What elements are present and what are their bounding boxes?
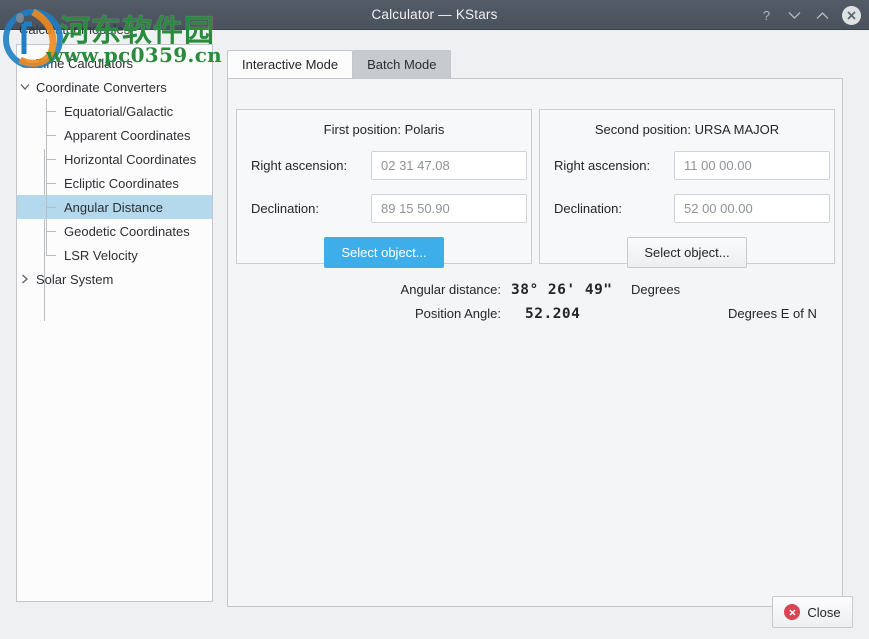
position-angle-value: 52.204 (525, 306, 581, 322)
sidebar-item-label: Geodetic Coordinates (64, 223, 190, 239)
close-window-icon[interactable] (842, 5, 861, 25)
first-dec-label: Declination: (251, 201, 319, 216)
first-dec-input[interactable]: 89 15 50.90 (371, 194, 527, 223)
first-position-group: First position: Polaris Right ascension:… (236, 109, 532, 268)
tree-branch-line (43, 171, 61, 195)
sidebar-item-label: LSR Velocity (64, 247, 138, 263)
window-controls: ? (758, 0, 861, 30)
angular-distance-value: 38° 26' 49" (511, 282, 613, 298)
tab-interactive-mode[interactable]: Interactive Mode (227, 50, 354, 78)
sidebar-item-lsr-velocity[interactable]: LSR Velocity (17, 243, 212, 267)
chevron-right-icon[interactable] (17, 267, 33, 291)
sidebar-item-time-calculators[interactable]: Time Calculators (17, 51, 212, 75)
second-ra-input[interactable]: 11 00 00.00 (674, 151, 830, 180)
sidebar-item-label: Solar System (36, 271, 114, 287)
position-angle-label: Position Angle: (414, 306, 501, 321)
first-ra-label: Right ascension: (251, 158, 348, 173)
close-button[interactable]: Close (772, 596, 853, 628)
close-button-label: Close (807, 604, 841, 620)
position-angle-unit: Degrees E of N (728, 306, 817, 321)
help-glyph: ? (762, 7, 771, 23)
sidebar-item-coordinate-converters[interactable]: Coordinate Converters (17, 75, 212, 99)
second-ra-row: Right ascension: 11 00 00.00 (540, 151, 834, 180)
close-circle-icon (784, 604, 801, 620)
sidebar-header: Calculator modules (19, 21, 131, 37)
sidebar-item-label: Time Calculators (36, 55, 134, 71)
results-area: Angular distance: 38° 26' 49" Degrees Po… (228, 282, 842, 330)
sidebar-item-horizontal-coordinates[interactable]: Horizontal Coordinates (17, 147, 212, 171)
sidebar-item-apparent-coordinates[interactable]: Apparent Coordinates (17, 123, 212, 147)
tab-bar: Interactive Mode Batch Mode (227, 50, 452, 78)
tree-branch-line (43, 99, 61, 123)
sidebar-item-solar-system[interactable]: Solar System (17, 267, 212, 291)
sidebar-item-equatorial-galactic[interactable]: Equatorial/Galactic (17, 99, 212, 123)
second-button-row: Select object... (540, 237, 834, 268)
first-ra-input[interactable]: 02 31 47.08 (371, 151, 527, 180)
sidebar-item-label: Horizontal Coordinates (64, 151, 197, 167)
chevron-right-icon[interactable] (17, 51, 33, 75)
sidebar-item-label: Apparent Coordinates (64, 127, 191, 143)
tree-branch-line (43, 195, 61, 219)
first-ra-row: Right ascension: 02 31 47.08 (237, 151, 531, 180)
second-dec-row: Declination: 52 00 00.00 (540, 194, 834, 223)
tab-label: Batch Mode (367, 57, 437, 72)
tree-branch-line (43, 123, 61, 147)
first-position-title: First position: Polaris (323, 122, 445, 137)
tab-batch-mode[interactable]: Batch Mode (352, 50, 452, 78)
first-select-object-button[interactable]: Select object... (324, 237, 444, 268)
sidebar-item-label: Equatorial/Galactic (64, 103, 174, 119)
tree-branch-line (43, 147, 61, 171)
angular-distance-unit: Degrees (631, 282, 681, 297)
second-select-object-button[interactable]: Select object... (627, 237, 747, 268)
calculator-modules-tree[interactable]: Calculator modules Time Calculators Coor… (16, 22, 213, 602)
first-button-row: Select object... (237, 237, 531, 268)
sidebar-item-ecliptic-coordinates[interactable]: Ecliptic Coordinates (17, 171, 212, 195)
sidebar-item-label: Ecliptic Coordinates (64, 175, 179, 191)
angular-distance-label: Angular distance: (400, 282, 501, 297)
chevron-down-icon[interactable] (17, 75, 33, 99)
second-ra-label: Right ascension: (554, 158, 651, 173)
sidebar-item-label: Coordinate Converters (36, 79, 167, 95)
tab-panel-interactive-mode: First position: Polaris Right ascension:… (227, 78, 843, 607)
sidebar-item-angular-distance[interactable]: Angular Distance (17, 195, 212, 219)
minimize-icon[interactable] (786, 7, 803, 24)
tree-list: Time Calculators Coordinate Converters E… (17, 45, 212, 291)
position-angle-row: Position Angle: 52.204 Degrees E of N (228, 306, 842, 330)
maximize-icon[interactable] (814, 7, 831, 24)
window-title: Calculator — KStars (371, 7, 498, 22)
tab-label: Interactive Mode (242, 57, 339, 72)
second-position-title: Second position: URSA MAJOR (594, 122, 780, 137)
tree-branch-line (43, 219, 61, 243)
angular-distance-row: Angular distance: 38° 26' 49" Degrees (228, 282, 842, 306)
sidebar-item-geodetic-coordinates[interactable]: Geodetic Coordinates (17, 219, 212, 243)
second-dec-label: Declination: (554, 201, 622, 216)
sidebar-item-label: Angular Distance (64, 199, 163, 215)
second-dec-input[interactable]: 52 00 00.00 (674, 194, 830, 223)
tree-branch-line (43, 243, 61, 267)
window-body: Calculator modules Time Calculators Coor… (0, 22, 869, 639)
second-position-group: Second position: URSA MAJOR Right ascens… (539, 109, 835, 268)
first-dec-row: Declination: 89 15 50.90 (237, 194, 531, 223)
help-icon[interactable]: ? (758, 7, 775, 24)
